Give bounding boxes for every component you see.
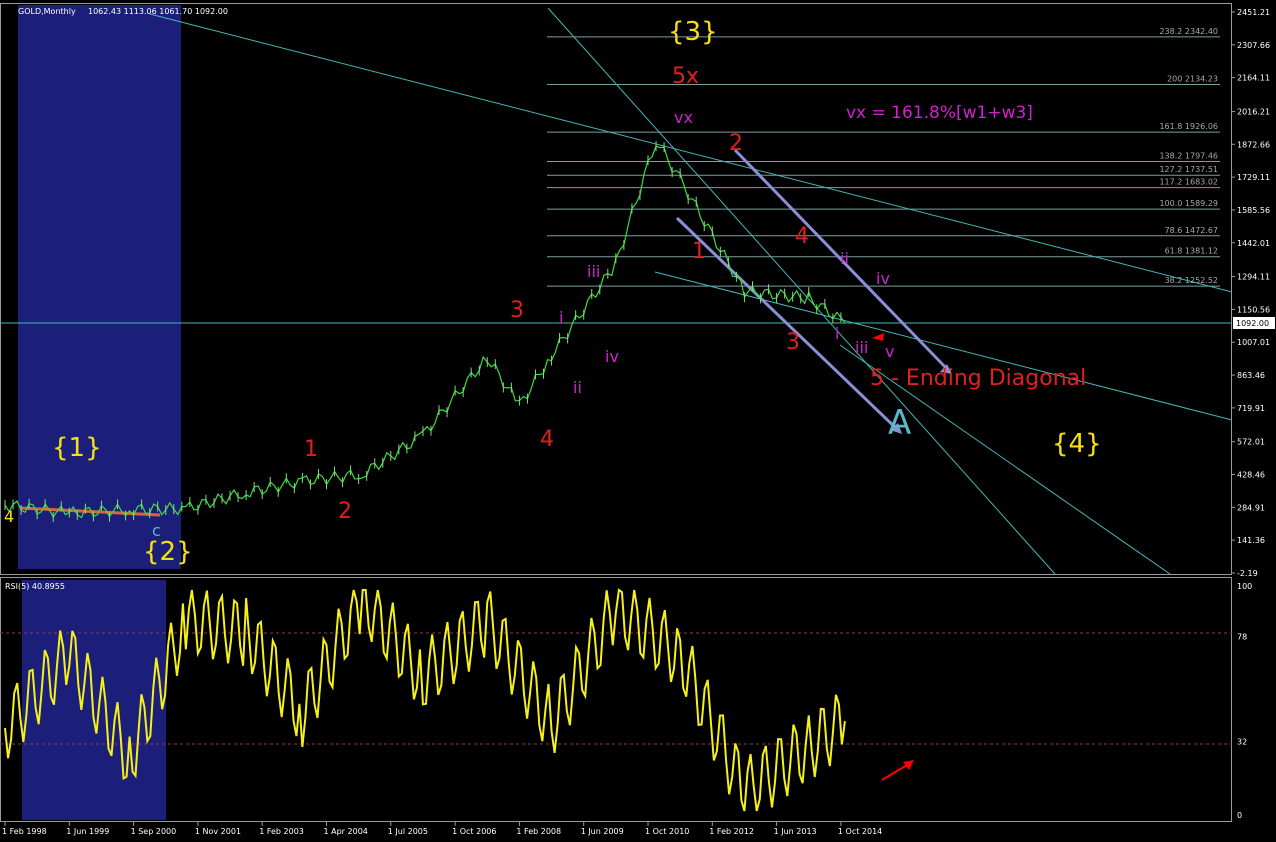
time-tick-label: 1 Feb 2008 <box>516 827 561 836</box>
small-4-label: 4 <box>4 507 14 526</box>
mag-v-2: v <box>885 342 894 361</box>
time-tick-label: 1 Feb 2012 <box>709 827 754 836</box>
time-tick-label: 1 Jun 2009 <box>581 827 624 836</box>
price-tick-label: 1872.66 <box>1237 140 1270 149</box>
price-tick-label: 1007.01 <box>1237 338 1270 347</box>
fib-label: 117.2 1683.02 <box>1159 178 1218 187</box>
red-wave-1: 1 <box>304 437 318 462</box>
shaded-region-rsi <box>22 580 166 820</box>
wave-cycle-4: {4} <box>1052 429 1102 459</box>
red-wave-4: 4 <box>540 427 554 452</box>
time-tick-label: 1 Oct 2006 <box>452 827 496 836</box>
wave-vx: vx <box>674 108 693 127</box>
price-tick-label: 428.46 <box>1237 471 1265 480</box>
price-tick-label: 1729.11 <box>1237 173 1270 182</box>
rsi-tick-label: 32 <box>1237 738 1247 747</box>
price-tick-label: 2307.66 <box>1237 41 1270 50</box>
current-price-label: 1092.00 <box>1236 319 1269 328</box>
time-tick-label: 1 Nov 2001 <box>195 827 241 836</box>
price-tick-label: 1150.56 <box>1237 305 1270 314</box>
time-tick-label: 1 Feb 1998 <box>2 827 47 836</box>
mag-ii: ii <box>573 378 582 397</box>
red-wave-4-down: 4 <box>795 224 809 249</box>
mag-iii-2: iii <box>855 338 868 357</box>
wave-a-label: A <box>888 403 911 443</box>
red-wave-1-down: 1 <box>692 239 706 264</box>
price-tick-label: 284.91 <box>1237 503 1265 512</box>
rsi-tick-label: 0 <box>1237 811 1242 820</box>
time-tick-label: 1 Oct 2010 <box>645 827 689 836</box>
wave-cycle-3: {3} <box>668 17 718 47</box>
fib-label: 100.0 1589.29 <box>1159 199 1218 208</box>
time-tick-label: 1 Apr 2004 <box>324 827 368 836</box>
vx-formula: vx = 161.8%[w1+w3] <box>846 103 1033 123</box>
price-tick-label: 141.36 <box>1237 536 1265 545</box>
price-tick-label: 572.01 <box>1237 438 1265 447</box>
mag-ii-2: ii <box>840 249 849 268</box>
price-tick-label: 1294.11 <box>1237 273 1270 282</box>
fib-label: 38.2 1252.52 <box>1165 276 1218 285</box>
red-wave-2: 2 <box>338 499 352 524</box>
rsi-tick-label: 100 <box>1237 582 1252 591</box>
price-tick-label: 2016.21 <box>1237 107 1270 116</box>
wave-cycle-1: {1} <box>52 433 102 463</box>
c-label: c <box>152 521 161 540</box>
price-tick-label: 1585.56 <box>1237 206 1270 215</box>
time-tick-label: 1 Sep 2000 <box>131 827 177 836</box>
time-tick-label: 1 Jun 2013 <box>774 827 817 836</box>
ohlc-label: 1062.43 1113.06 1061.70 1092.00 <box>88 7 228 16</box>
red-wave-3-down: 3 <box>786 330 800 355</box>
fib-label: 161.8 1926.06 <box>1159 122 1218 131</box>
price-tick-label: 863.46 <box>1237 371 1265 380</box>
red-wave-2-down: 2 <box>729 131 743 156</box>
mag-i: i <box>559 308 563 327</box>
fib-label: 127.2 1737.51 <box>1159 165 1218 174</box>
rsi-label: RSI(5) 40.8955 <box>5 582 65 591</box>
mag-iii: iii <box>587 262 600 281</box>
fib-label: 138.2 1797.46 <box>1159 151 1218 160</box>
chart-canvas: 238.2 2342.40200 2134.23161.8 1926.06138… <box>0 0 1276 842</box>
fib-label: 238.2 2342.40 <box>1159 27 1218 36</box>
fib-label: 61.8 1381.12 <box>1165 247 1218 256</box>
price-tick-label: 1442.01 <box>1237 239 1270 248</box>
price-tick-label: -2.19 <box>1237 569 1258 578</box>
mag-iv: iv <box>605 347 619 366</box>
time-tick-label: 1 Feb 2003 <box>259 827 304 836</box>
time-tick-label: 1 Jul 2005 <box>388 827 428 836</box>
time-tick-label: 1 Oct 2014 <box>838 827 882 836</box>
symbol-label: GOLD,Monthly <box>18 7 76 16</box>
rsi-tick-label: 78 <box>1237 632 1247 641</box>
price-tick-label: 2164.11 <box>1237 74 1270 83</box>
wave-5x: 5x <box>672 64 699 89</box>
ending-diagonal-label: 5 - Ending Diagonal <box>870 366 1086 391</box>
fib-label: 78.6 1472.67 <box>1165 226 1218 235</box>
mag-i-2: i <box>835 324 839 343</box>
fib-label: 200 2134.23 <box>1167 74 1218 83</box>
price-tick-label: 2451.21 <box>1237 8 1270 17</box>
red-wave-3: 3 <box>510 298 524 323</box>
time-tick-label: 1 Jun 1999 <box>66 827 109 836</box>
price-tick-label: 719.91 <box>1237 404 1265 413</box>
mag-iv-2: iv <box>876 269 890 288</box>
shaded-region-price <box>18 5 181 569</box>
wave-cycle-2: {2} <box>143 537 193 567</box>
